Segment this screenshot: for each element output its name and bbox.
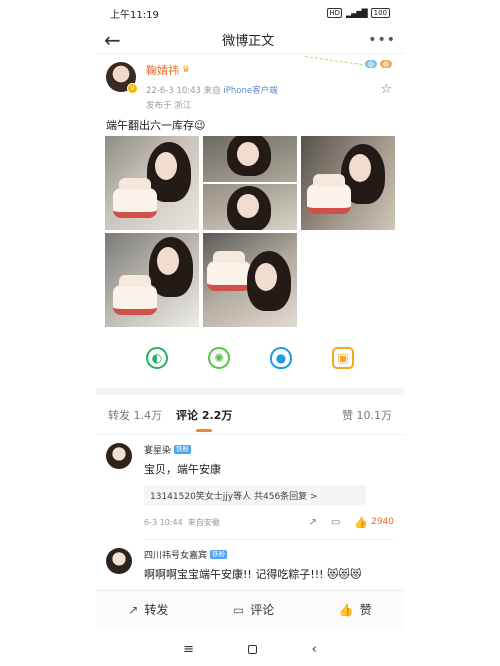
commenter-name[interactable]: 四川祎号女嘉宾 bbox=[144, 548, 207, 561]
comment-like[interactable]: 👍 2940 bbox=[354, 516, 394, 529]
page-title: 微博正文 bbox=[222, 34, 275, 49]
menu-icon[interactable]: ≡ bbox=[183, 642, 194, 657]
author-avatar[interactable]: v bbox=[106, 62, 138, 94]
decoration-badge-icon: ◍ bbox=[364, 60, 377, 68]
tab-like[interactable]: 赞 10.1万 bbox=[342, 407, 392, 423]
decoration-line bbox=[303, 56, 363, 74]
photo-3[interactable] bbox=[301, 136, 395, 230]
comment-label: 评论 bbox=[250, 603, 275, 617]
post-location: 发布于 浙江 bbox=[146, 101, 192, 111]
tab-comment[interactable]: 评论 2.2万 bbox=[176, 407, 232, 432]
post-meta: 22-6-3 10:43 来自 iPhone客户端 bbox=[146, 84, 278, 96]
comment-meta: 6-3 10:44 来自安徽 ↗ ▭ 👍 2940 bbox=[144, 515, 394, 529]
author-header: v 鞠婧祎 ♛ 22-6-3 10:43 来自 iPhone客户端 发布于 浙江… bbox=[96, 54, 404, 118]
commenter-avatar[interactable] bbox=[106, 443, 132, 469]
post-source[interactable]: iPhone客户端 bbox=[223, 86, 277, 96]
comment-time: 6-3 10:44 bbox=[144, 517, 183, 527]
share-icon[interactable]: ↗ bbox=[309, 517, 317, 528]
photo-5[interactable] bbox=[203, 233, 297, 327]
home-icon[interactable] bbox=[248, 644, 258, 654]
reply-icon[interactable]: ▭ bbox=[331, 517, 340, 528]
hd-icon: HD bbox=[327, 8, 343, 18]
signal-icon: ▂▄▆█ bbox=[346, 8, 368, 18]
share-row: ◐ ✺ ● ▣ bbox=[96, 328, 404, 388]
photo-grid bbox=[96, 136, 404, 328]
comment-item: 四川祎号女嘉宾 铁粉 啊啊啊宝宝端午安康!! 记得吃粽子!!! 😻😻😻 bbox=[96, 540, 404, 582]
repost-button[interactable]: ↗ 转发 bbox=[128, 601, 168, 618]
comment-button[interactable]: ▭ 评论 bbox=[233, 601, 274, 618]
decoration-badge-icon: ◍ bbox=[379, 60, 392, 68]
author-name[interactable]: 鞠婧祎 bbox=[146, 62, 179, 78]
commenter-avatar[interactable] bbox=[106, 548, 132, 574]
more-icon[interactable]: ••• bbox=[368, 32, 396, 48]
verified-icon: v bbox=[127, 83, 138, 94]
qq-icon[interactable]: ● bbox=[270, 347, 292, 369]
repost-label: 转发 bbox=[144, 603, 169, 617]
battery-icon: 100 bbox=[370, 8, 390, 18]
like-button[interactable]: 👍 赞 bbox=[339, 601, 372, 618]
status-time: 上午11:19 bbox=[110, 9, 159, 21]
top-nav: ← 微博正文 ••• bbox=[96, 26, 404, 54]
photo-1[interactable] bbox=[105, 136, 199, 230]
system-nav-bar: ≡ ‹ bbox=[96, 632, 404, 666]
back-icon[interactable]: ‹ bbox=[312, 642, 317, 657]
section-divider bbox=[96, 388, 404, 395]
wechat-icon[interactable]: ◐ bbox=[146, 347, 168, 369]
photo-4[interactable] bbox=[105, 233, 199, 327]
commenter-name-row: 宴星染 铁粉 bbox=[144, 443, 394, 456]
save-image-icon[interactable]: ▣ bbox=[332, 347, 354, 369]
status-bar: 上午11:19 HD ▂▄▆█ 100 bbox=[96, 0, 404, 26]
comment-item: 宴星染 铁粉 宝贝，端午安康 13141520笑女士jjy等人 共456条回复 … bbox=[96, 435, 404, 529]
like-label: 赞 bbox=[359, 603, 372, 617]
arrow-left-icon[interactable]: ← bbox=[104, 30, 128, 50]
comment-text[interactable]: 啊啊啊宝宝端午安康!! 记得吃粽子!!! 😻😻😻 bbox=[144, 566, 394, 582]
comment-body: 宴星染 铁粉 宝贝，端午安康 13141520笑女士jjy等人 共456条回复 … bbox=[144, 443, 394, 529]
repost-icon: ↗ bbox=[128, 602, 139, 617]
comment-actions: ↗ ▭ 👍 2940 bbox=[309, 516, 394, 529]
comment-body: 四川祎号女嘉宾 铁粉 啊啊啊宝宝端午安康!! 记得吃粽子!!! 😻😻😻 bbox=[144, 548, 394, 582]
post-time: 22-6-3 10:43 bbox=[146, 86, 201, 96]
fan-badge: 铁粉 bbox=[174, 445, 192, 454]
comment-replies[interactable]: 13141520笑女士jjy等人 共456条回复 > bbox=[144, 485, 366, 506]
fan-badge: 铁粉 bbox=[210, 550, 228, 559]
moments-icon[interactable]: ✺ bbox=[208, 347, 230, 369]
card-decoration: ◍ ◍ bbox=[303, 56, 392, 74]
photo-2[interactable] bbox=[203, 136, 297, 230]
author-info: 鞠婧祎 ♛ 22-6-3 10:43 来自 iPhone客户端 发布于 浙江 bbox=[146, 62, 278, 111]
bottom-action-bar: ↗ 转发 ▭ 评论 👍 赞 bbox=[96, 590, 404, 628]
tab-repost[interactable]: 转发 1.4万 bbox=[108, 407, 162, 423]
commenter-name[interactable]: 宴星染 bbox=[144, 443, 171, 456]
comment-text[interactable]: 宝贝，端午安康 bbox=[144, 461, 394, 477]
interaction-tabs: 转发 1.4万 评论 2.2万 赞 10.1万 bbox=[96, 395, 404, 435]
status-icons: HD ▂▄▆█ 100 bbox=[327, 8, 390, 18]
post-text: 端午翻出六一库存😉 bbox=[106, 119, 206, 132]
comment-like-count: 2940 bbox=[371, 517, 394, 527]
crown-icon: ♛ bbox=[182, 65, 191, 75]
comment-source: 来自安徽 bbox=[187, 517, 220, 527]
thumb-up-icon: 👍 bbox=[354, 515, 369, 529]
thumb-up-icon: 👍 bbox=[338, 602, 354, 617]
post-source-prefix: 来自 bbox=[203, 86, 221, 96]
comment-icon: ▭ bbox=[232, 602, 245, 617]
author-name-row[interactable]: 鞠婧祎 ♛ bbox=[146, 62, 278, 78]
star-icon[interactable]: ☆ bbox=[380, 82, 392, 97]
weibo-phone-screen: 上午11:19 HD ▂▄▆█ 100 ← 微博正文 ••• v 鞠婧祎 ♛ 2… bbox=[96, 0, 404, 666]
commenter-name-row: 四川祎号女嘉宾 铁粉 bbox=[144, 548, 394, 561]
